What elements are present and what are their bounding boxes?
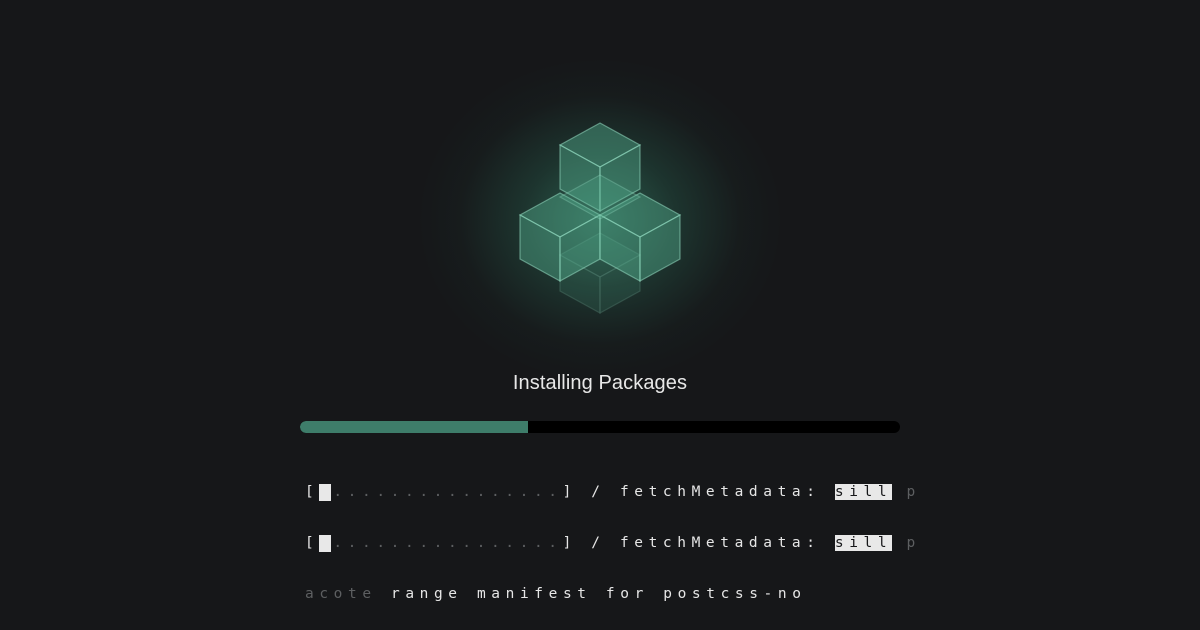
stacked-cubes-icon [518, 122, 682, 315]
terminal-line-3: acote range manifest for postcss-no [305, 586, 905, 603]
log-level-badge: sill [834, 484, 893, 500]
status-text: ] / fetchMetadata: [562, 484, 835, 500]
terminal-line-1: [................] / fetchMetadata: sill… [305, 484, 915, 501]
status-text: ] / fetchMetadata: [562, 535, 835, 551]
progress-dots: ................ [333, 484, 563, 500]
terminal-line-2: [................] / fetchMetadata: sill… [305, 535, 915, 552]
progress-bar [300, 421, 900, 433]
page-title: Installing Packages [512, 372, 688, 394]
status-continuation: acote [305, 586, 377, 602]
progress-fill [300, 421, 528, 433]
status-message: range manifest for postcss-no [376, 586, 807, 602]
bracket-open: [ [305, 484, 320, 500]
progress-cursor [319, 535, 332, 552]
status-tail: p [892, 484, 921, 500]
progress-cursor [319, 484, 332, 501]
terminal-output: [................] / fetchMetadata: sill… [305, 450, 915, 630]
install-screen: Installing Packages [................] /… [0, 0, 1200, 630]
bracket-open: [ [305, 535, 320, 551]
log-level-badge: sill [834, 535, 893, 551]
progress-dots: ................ [333, 535, 563, 551]
status-tail: p [892, 535, 921, 551]
